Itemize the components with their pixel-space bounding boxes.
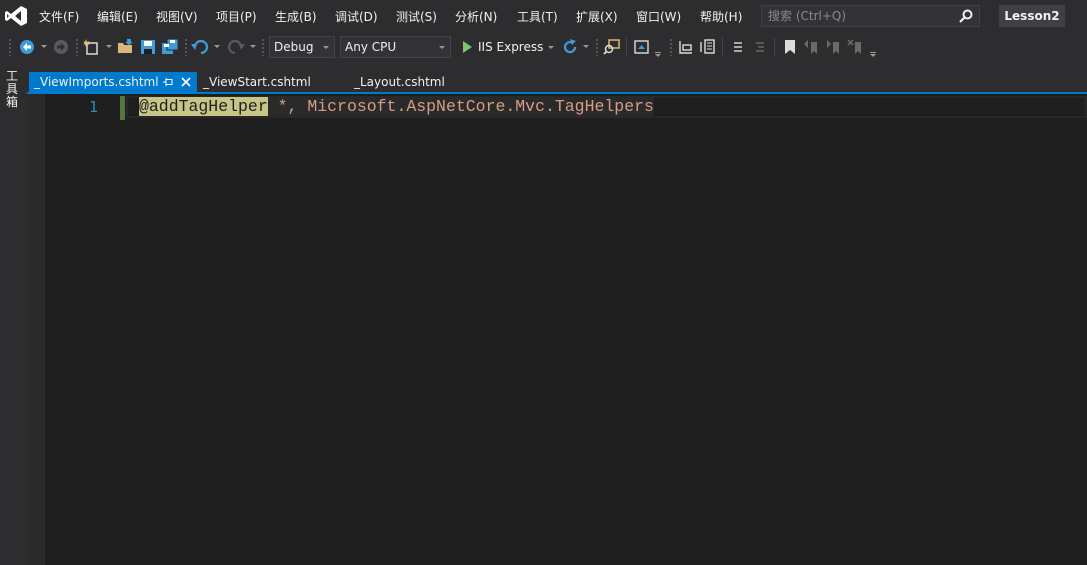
menu-window[interactable]: 窗口(W) [636,9,681,25]
toolbar-separator [722,38,723,56]
menu-help[interactable]: 帮助(H) [700,9,742,25]
save-icon[interactable] [139,38,157,56]
code-line[interactable]: @addTagHelper *, Microsoft.AspNetCore.Mv… [139,97,654,117]
quick-launch-search[interactable]: 搜索 (Ctrl+Q) [761,5,980,27]
new-project-icon[interactable] [83,38,101,56]
toolbar-grip[interactable] [261,38,265,56]
toolbox-label: 工具箱 [6,69,19,109]
menu-project[interactable]: 项目(P) [216,9,257,25]
tab-label: _ViewImports.cshtml [34,75,159,89]
back-dropdown-arrow[interactable] [41,45,47,48]
redo-dropdown-arrow[interactable] [250,45,256,48]
standard-toolbar: Debug Any CPU IIS Express [0,32,1087,62]
chevron-down-icon [323,46,329,49]
toolbar-grip[interactable] [8,38,12,56]
directive-arguments: *, Microsoft.AspNetCore.Mvc.TagHelpers [267,97,654,116]
change-tracking-marker [120,96,125,120]
menu-view[interactable]: 视图(V) [156,9,198,25]
line-number: 1 [88,98,98,116]
undo-icon[interactable] [191,38,209,56]
open-folder-icon[interactable] [117,38,135,56]
comment-lines-icon[interactable] [729,38,747,56]
razor-directive: @addTagHelper [139,97,268,116]
tab-viewstart[interactable]: _ViewStart.cshtml [198,72,338,92]
refresh-icon[interactable] [561,38,579,56]
platform-dropdown[interactable]: Any CPU [340,36,451,58]
new-dropdown-arrow[interactable] [106,45,112,48]
overflow-arrow[interactable] [655,54,661,57]
menu-build[interactable]: 生成(B) [275,9,317,25]
indicator-margin [27,94,45,565]
chevron-down-icon[interactable] [548,46,554,49]
document-tab-strip: _ViewImports.cshtml _ViewStart.cshtml _L… [27,62,1087,94]
configuration-value: Debug [274,40,314,54]
toolbar-grip[interactable] [75,38,79,56]
left-tool-window-strip: 工具箱 [0,62,27,565]
browser-link-icon[interactable] [603,38,621,56]
search-icon[interactable] [958,8,974,24]
overflow-dash [655,52,661,53]
play-icon [463,41,472,53]
menu-tools[interactable]: 工具(T) [517,9,558,25]
overflow-dash [870,52,876,53]
overflow-arrow[interactable] [870,54,876,57]
configuration-dropdown[interactable]: Debug [269,36,335,58]
solution-explorer-icon[interactable] [633,38,651,56]
toolbar-grip[interactable] [669,38,673,56]
tab-label: _ViewStart.cshtml [203,75,311,89]
toolbar-grip[interactable] [595,38,599,56]
undo-dropdown-arrow[interactable] [214,45,220,48]
refresh-dropdown-arrow[interactable] [583,45,589,48]
next-bookmark-icon[interactable] [825,38,843,56]
menu-extensions[interactable]: 扩展(X) [576,9,618,25]
pin-icon[interactable] [162,76,174,88]
previous-bookmark-icon[interactable] [803,38,821,56]
toggle-designer-icon[interactable] [677,38,695,56]
platform-value: Any CPU [345,40,397,54]
menu-edit[interactable]: 编辑(E) [97,9,138,25]
toolbox-tab[interactable]: 工具箱 [4,70,22,110]
uncomment-lines-icon[interactable] [751,38,769,56]
save-all-icon[interactable] [161,38,179,56]
menu-test[interactable]: 测试(S) [396,9,437,25]
menu-bar: 文件(F) 编辑(E) 视图(V) 项目(P) 生成(B) 调试(D) 测试(S… [0,0,1087,32]
bookmark-icon[interactable] [781,38,799,56]
toolbar-grip[interactable] [184,38,188,56]
tab-label: _Layout.cshtml [354,75,445,89]
code-editor[interactable]: 1 @addTagHelper *, Microsoft.AspNetCore.… [27,94,1087,565]
run-target-label: IIS Express [478,40,544,54]
visual-studio-logo-icon [5,6,27,26]
redo-icon[interactable] [227,38,245,56]
clear-bookmarks-icon[interactable] [847,38,865,56]
menu-analyze[interactable]: 分析(N) [455,9,497,25]
tab-layout[interactable]: _Layout.cshtml [349,72,479,92]
navigate-back-icon[interactable] [18,38,36,56]
toolbar-separator [774,38,775,56]
chevron-down-icon [439,46,445,49]
search-placeholder: 搜索 (Ctrl+Q) [768,9,847,23]
menu-file[interactable]: 文件(F) [39,9,79,25]
navigate-forward-icon[interactable] [52,38,70,56]
toolbar-separator [626,38,627,56]
solution-name-badge[interactable]: Lesson2 [999,5,1065,27]
close-icon[interactable] [180,76,192,88]
menu-debug[interactable]: 调试(D) [335,9,378,25]
start-debugging-button[interactable]: IIS Express [457,37,557,57]
tab-viewimports[interactable]: _ViewImports.cshtml [29,72,197,92]
view-code-icon[interactable] [699,38,717,56]
